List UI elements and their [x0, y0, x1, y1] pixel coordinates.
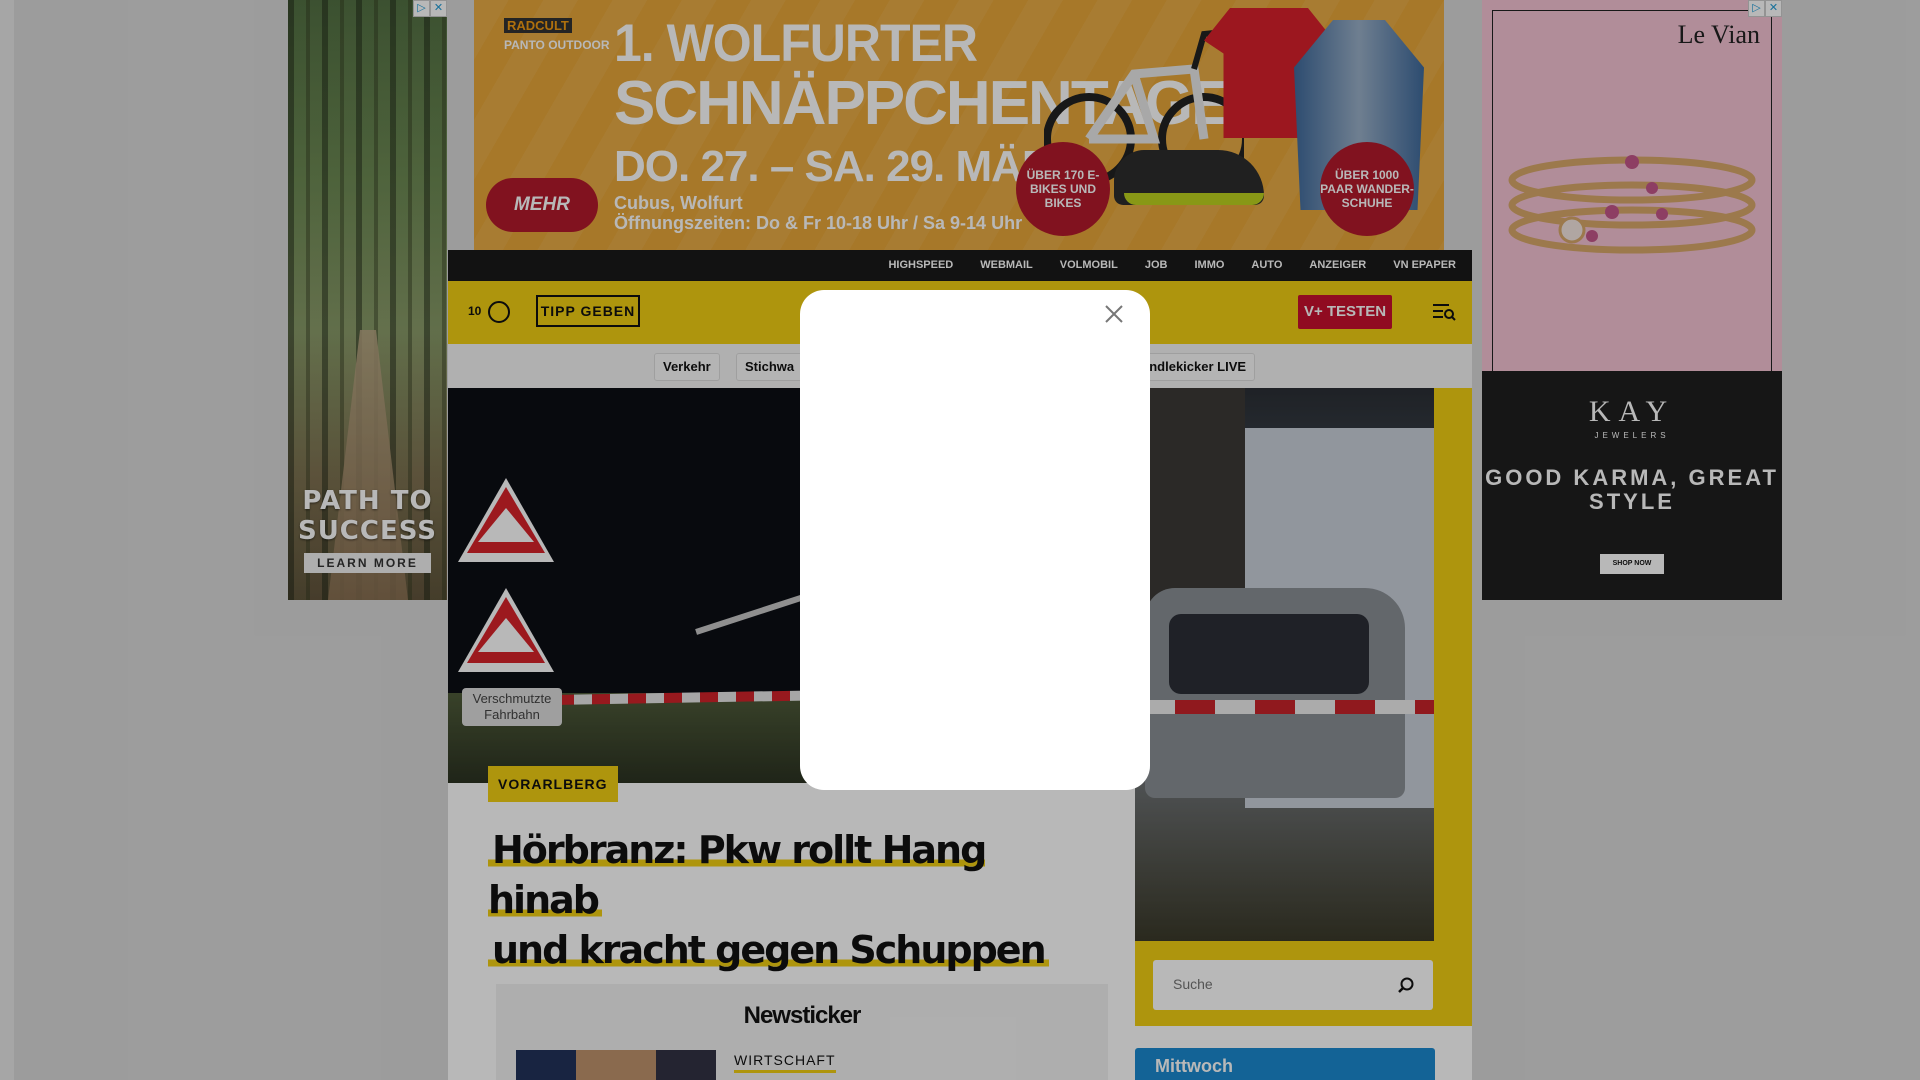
close-icon[interactable]: [1098, 298, 1130, 330]
modal-dialog: [800, 290, 1150, 790]
